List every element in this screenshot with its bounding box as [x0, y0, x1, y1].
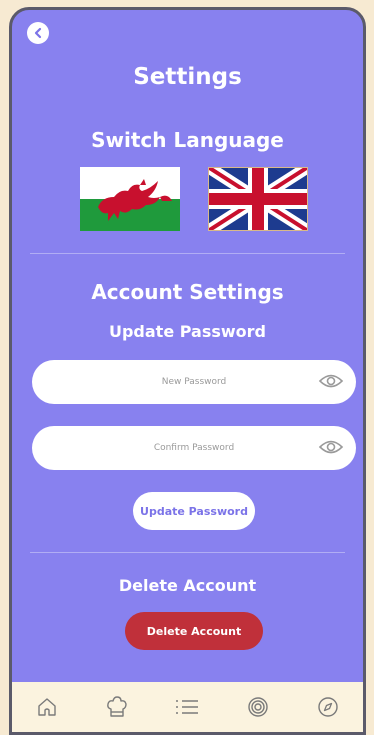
chevron-left-icon: [34, 27, 42, 39]
welsh-flag-icon: [80, 167, 180, 231]
uk-flag-button[interactable]: [204, 161, 312, 237]
delete-account-heading: Delete Account: [118, 576, 257, 595]
compass-icon: [318, 697, 338, 717]
update-password-button[interactable]: Update Password: [133, 492, 255, 530]
chef-hat-icon: [107, 696, 127, 717]
tab-target[interactable]: [243, 692, 273, 722]
update-password-heading: Update Password: [108, 322, 267, 341]
home-icon: [38, 698, 56, 716]
uk-flag-icon: [204, 161, 312, 237]
new-password-field[interactable]: [32, 360, 356, 404]
list-icon: [176, 700, 199, 714]
tab-explore[interactable]: [313, 692, 343, 722]
switch-language-heading: Switch Language: [91, 128, 284, 152]
divider: [30, 552, 345, 553]
eye-icon[interactable]: [318, 372, 344, 390]
tab-recipes[interactable]: [102, 692, 132, 722]
account-settings-heading: Account Settings: [91, 280, 284, 304]
tab-list[interactable]: [172, 692, 202, 722]
delete-account-button[interactable]: Delete Account: [125, 612, 263, 650]
confirm-password-input[interactable]: [82, 442, 306, 454]
bottom-tab-bar: [12, 682, 363, 732]
back-button[interactable]: [27, 22, 49, 44]
divider: [30, 253, 345, 254]
app-screen: Settings Switch Language Account Setting…: [9, 7, 366, 735]
eye-icon[interactable]: [318, 438, 344, 456]
target-icon: [247, 697, 268, 717]
tab-home[interactable]: [32, 692, 62, 722]
new-password-input[interactable]: [82, 376, 306, 388]
welsh-flag-button[interactable]: [80, 167, 180, 235]
page-title: Settings: [133, 64, 242, 90]
confirm-password-field[interactable]: [32, 426, 356, 470]
